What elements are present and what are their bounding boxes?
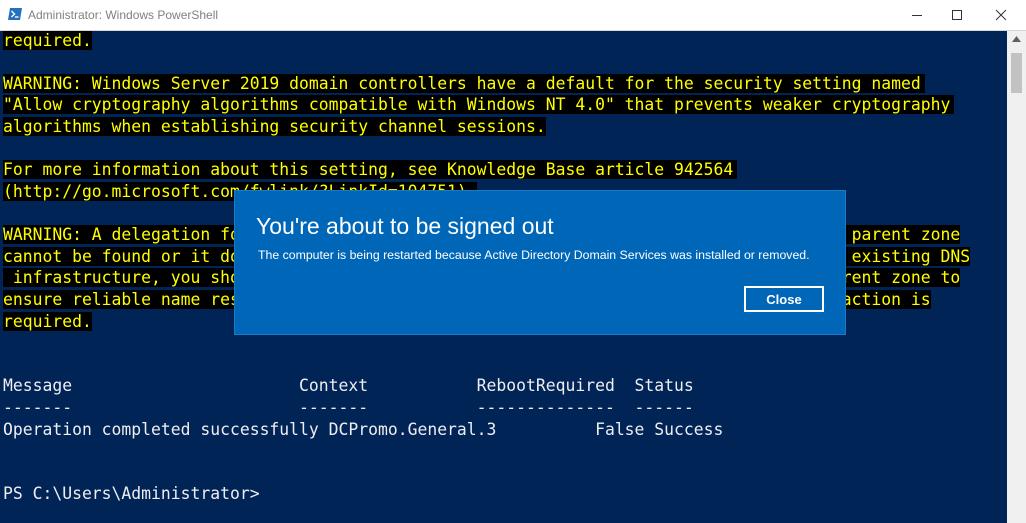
close-button[interactable]: Close [744,286,824,312]
console-line: required. [3,312,92,331]
scrollbar-thumb[interactable] [1011,53,1022,93]
dialog-title: You're about to be signed out [256,213,554,239]
maximize-button[interactable] [934,0,980,30]
dialog-message: The computer is being restarted because … [258,248,810,262]
powershell-icon [8,8,22,20]
result-separator: ------- ------- -------------- ------ [3,398,694,417]
vertical-scrollbar[interactable] [1007,31,1026,523]
title-bar[interactable]: Administrator: Windows PowerShell [0,0,1026,31]
window-title: Administrator: Windows PowerShell [28,8,219,22]
result-header: Message Context RebootRequired Status [3,376,694,395]
console-line: required. [3,31,92,50]
maximize-icon [952,10,962,20]
command-prompt[interactable]: PS C:\Users\Administrator> [3,483,260,504]
console-line: For more information about this setting,… [3,160,738,179]
minimize-icon [912,15,922,16]
console-line: WARNING: Windows Server 2019 domain cont… [3,74,925,93]
powershell-window: Administrator: Windows PowerShell requir… [0,0,1026,523]
console-line: "Allow cryptography algorithms compatibl… [3,95,955,114]
close-icon [995,9,1007,21]
close-window-button[interactable] [978,0,1024,30]
sign-out-dialog: You're about to be signed out The comput… [234,190,846,335]
console-line: algorithms when establishing security ch… [3,117,546,136]
result-row: Operation completed successfully DCPromo… [3,420,724,439]
scroll-up-arrow-icon[interactable] [1011,35,1022,43]
